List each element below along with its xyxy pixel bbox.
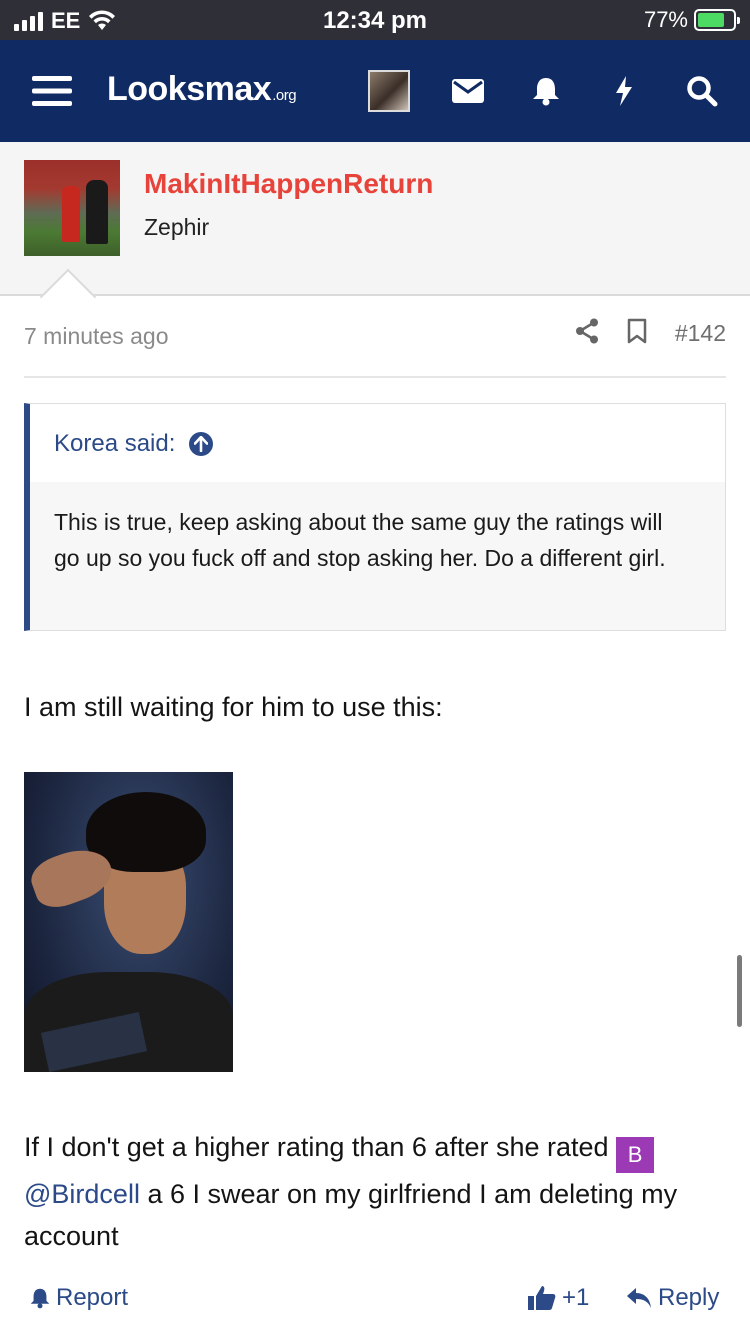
divider [24,376,726,378]
battery-percent: 77% [643,7,688,32]
post-author-block [0,142,750,296]
account-avatar-button[interactable] [364,40,414,142]
quote-block: Korea said: This is true, keep asking ab… [24,403,726,631]
post-number[interactable]: #142 [675,320,726,347]
like-button[interactable]: +1 [528,1284,589,1312]
author-avatar[interactable] [24,160,120,256]
envelope-icon[interactable] [446,40,490,142]
quote-text: This is true, keep asking about the same… [54,509,666,571]
quote-author: Korea said: [54,430,176,457]
mention-avatar[interactable]: B [616,1137,655,1173]
scrollbar[interactable] [737,955,742,1027]
post-timestamp[interactable]: 7 minutes ago [24,323,168,350]
share-icon[interactable] [575,318,599,349]
report-button[interactable]: Report [30,1284,128,1312]
search-icon[interactable] [680,40,724,142]
mention-link[interactable]: @Birdcell [24,1179,140,1209]
quote-author-link[interactable]: Korea said: [54,430,214,458]
status-bar: EE 12:34 pm 77% [0,0,750,40]
site-header: Looksmax.org [0,40,750,142]
post-image[interactable] [24,772,233,1072]
bookmark-icon[interactable] [627,318,647,349]
bolt-icon[interactable] [602,40,646,142]
bell-icon[interactable] [524,40,568,142]
post-actions: Report +1 Reply [24,1284,726,1320]
bell-icon [30,1288,50,1309]
author-title: Zephir [144,214,210,240]
like-count: +1 [562,1284,590,1311]
battery-icon [694,9,740,31]
site-logo[interactable]: Looksmax.org [107,70,297,109]
arrow-up-icon[interactable] [189,432,214,456]
author-name[interactable]: MakinItHappenReturn [144,168,433,200]
reply-button[interactable]: Reply [626,1284,719,1312]
report-label: Report [56,1284,129,1311]
status-time: 12:34 pm [322,7,428,34]
reply-icon [627,1288,651,1308]
reply-label: Reply [658,1284,720,1311]
thumbs-up-icon [528,1286,556,1310]
post-text-line: I am still waiting for him to use this: [24,692,443,722]
post-paragraph: If I don't get a higher rating than 6 af… [24,1132,678,1251]
menu-icon[interactable] [28,40,76,142]
quote-header: Korea said: [30,404,725,482]
avatar [368,70,410,112]
